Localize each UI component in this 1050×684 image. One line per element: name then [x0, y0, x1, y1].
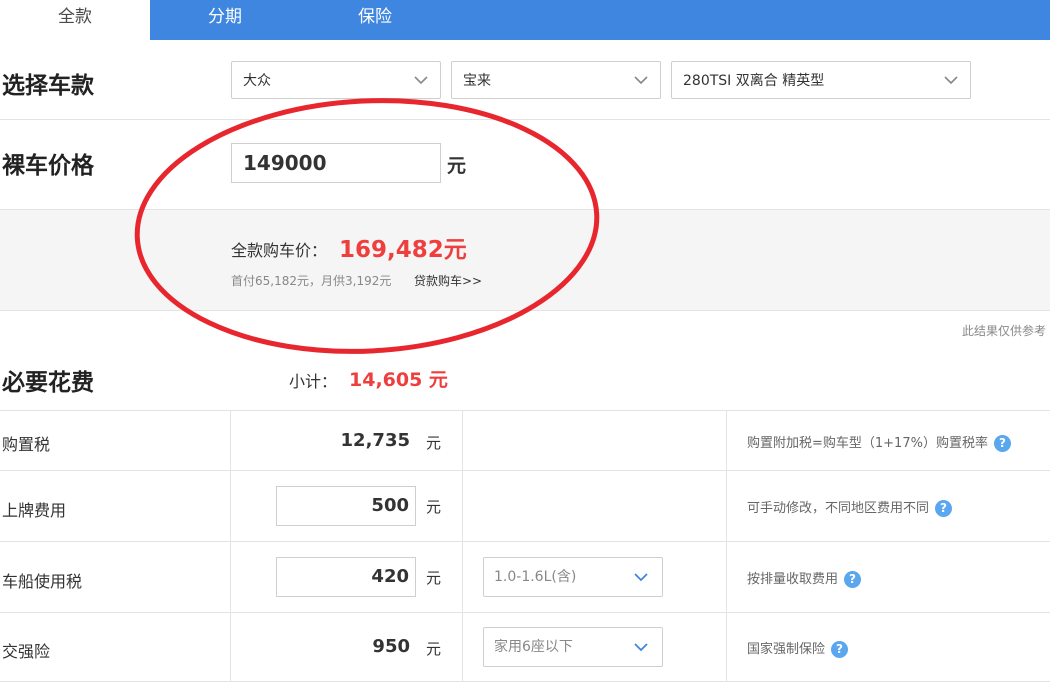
model-select-value: 280TSI 双离合 精英型 — [683, 73, 825, 89]
brand-select-value: 大众 — [243, 73, 271, 89]
help-icon[interactable]: ? — [831, 641, 849, 658]
vehicle-tax-input[interactable]: 420 — [276, 557, 416, 597]
displacement-select[interactable]: 1.0-1.6L(含) — [483, 557, 663, 597]
hint-text: 购置附加税=购车型（1+17%）购置税率 — [747, 436, 988, 451]
divider — [0, 681, 1050, 682]
row-hint: 按排量收取费用? — [747, 568, 862, 588]
subtotal-label: 小计： — [289, 372, 338, 391]
row-hint: 购置附加税=购车型（1+17%）购置税率? — [747, 432, 1011, 452]
tab-installment[interactable]: 分期 — [150, 0, 300, 40]
payment-breakdown: 首付65,182元，月供3,192元 — [231, 274, 392, 288]
select-car-title: 选择车款 — [2, 73, 94, 99]
row-label: 车船使用税 — [2, 572, 83, 591]
row-unit: 元 — [426, 498, 442, 516]
help-icon[interactable]: ? — [993, 435, 1011, 452]
series-select[interactable]: 宝来 — [451, 61, 661, 99]
disclaimer-note: 此结果仅供参考 — [961, 324, 1046, 338]
divider — [0, 612, 1050, 613]
row-label: 购置税 — [2, 435, 51, 454]
column-divider — [726, 410, 727, 682]
hint-text: 国家强制保险 — [747, 642, 826, 657]
model-select[interactable]: 280TSI 双离合 精英型 — [671, 61, 971, 99]
help-icon[interactable]: ? — [844, 571, 862, 588]
loan-purchase-link[interactable]: 贷款购车>> — [414, 272, 482, 289]
row-hint: 可手动修改，不同地区费用不同? — [747, 497, 953, 517]
brand-select[interactable]: 大众 — [231, 61, 441, 99]
subtotal-value: 14,605 元 — [349, 369, 448, 391]
row-hint: 国家强制保险? — [747, 638, 849, 658]
help-icon[interactable]: ? — [935, 500, 953, 517]
divider — [0, 470, 1050, 471]
row-unit: 元 — [426, 434, 442, 452]
seat-count-select-value: 家用6座以下 — [494, 639, 573, 655]
tab-bar: 全款 分期 保险 — [0, 0, 1050, 40]
divider — [0, 119, 1050, 120]
tab-insurance[interactable]: 保险 — [300, 0, 450, 40]
row-unit: 元 — [426, 640, 442, 658]
tab-full-payment[interactable]: 全款 — [0, 0, 150, 40]
seat-count-select[interactable]: 家用6座以下 — [483, 627, 663, 667]
bare-price-input[interactable]: 149000 — [231, 143, 441, 183]
chevron-down-icon — [634, 573, 648, 582]
row-label: 交强险 — [2, 642, 51, 661]
chevron-down-icon — [944, 76, 958, 85]
hint-text: 按排量收取费用 — [747, 572, 839, 587]
row-label: 上牌费用 — [2, 501, 67, 520]
chevron-down-icon — [414, 76, 428, 85]
displacement-select-value: 1.0-1.6L(含) — [494, 569, 577, 585]
row-unit: 元 — [426, 569, 442, 587]
divider — [0, 410, 1050, 411]
hint-text: 可手动修改，不同地区费用不同 — [747, 501, 930, 516]
required-fees-title: 必要花费 — [2, 370, 94, 396]
compulsory-insurance-value: 950 — [372, 636, 410, 657]
bare-price-title: 裸车价格 — [2, 153, 94, 179]
series-select-value: 宝来 — [463, 73, 491, 89]
purchase-tax-value: 12,735 — [340, 430, 410, 451]
column-divider — [462, 410, 463, 682]
chevron-down-icon — [634, 76, 648, 85]
total-price-label: 全款购车价： — [231, 241, 328, 260]
bare-price-unit: 元 — [447, 155, 467, 177]
total-price-summary: 全款购车价： 169,482元 首付65,182元，月供3,192元 贷款购车>… — [0, 209, 1050, 311]
license-fee-input[interactable]: 500 — [276, 486, 416, 526]
divider — [0, 541, 1050, 542]
column-divider — [230, 410, 231, 682]
total-price-value: 169,482元 — [339, 237, 467, 263]
chevron-down-icon — [634, 643, 648, 652]
